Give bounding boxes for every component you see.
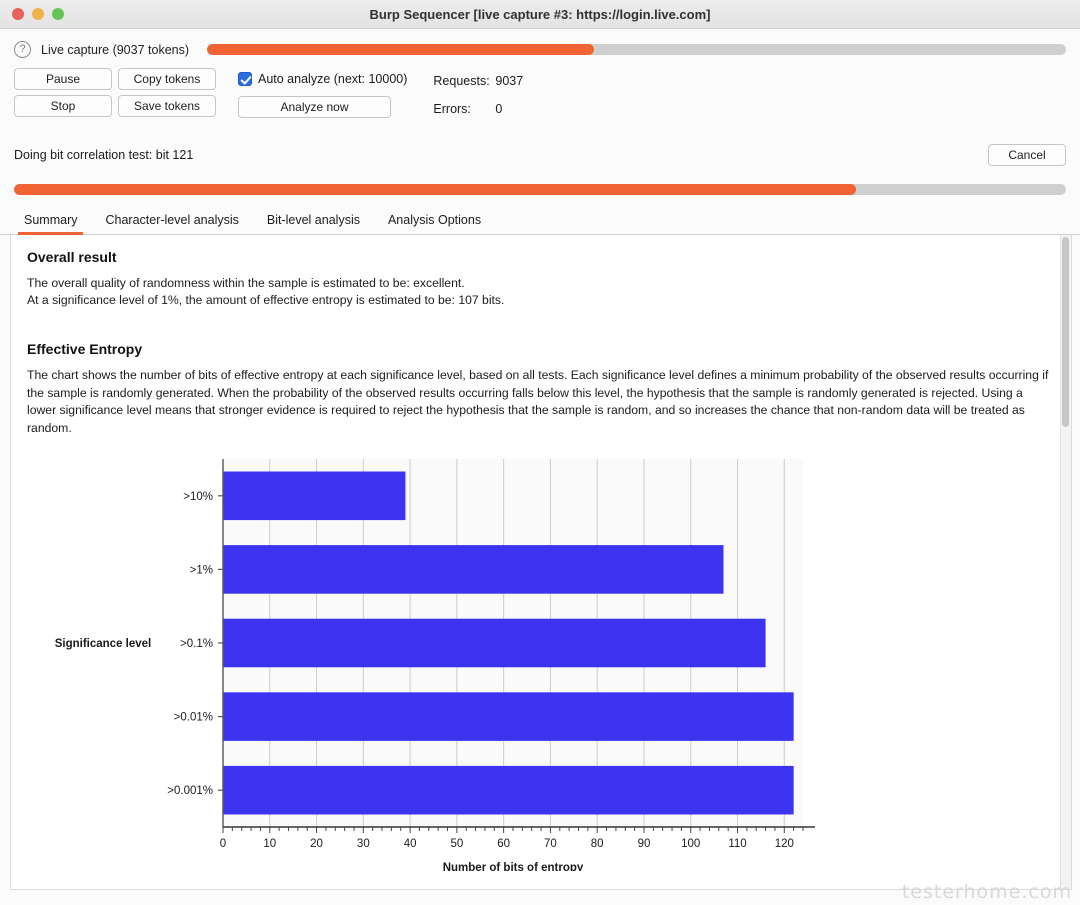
- chart-ytick-label: >0.001%: [167, 785, 213, 797]
- chart-bar: [223, 472, 405, 521]
- chart-xtick-label: 80: [591, 838, 604, 850]
- burp-sequencer-window: Burp Sequencer [live capture #3: https:/…: [0, 0, 1080, 905]
- chart-ytick-label: >0.1%: [180, 638, 213, 650]
- errors-stat: Errors: 0: [433, 98, 523, 120]
- requests-stat: Requests: 9037: [433, 70, 523, 92]
- window-traffic-lights: [12, 8, 64, 20]
- auto-analyze-label: Auto analyze (next: 10000): [258, 72, 407, 86]
- zoom-window-button[interactable]: [52, 8, 64, 20]
- live-capture-progress-row: ? Live capture (9037 tokens): [14, 41, 1066, 58]
- overall-result-heading: Overall result: [27, 249, 1055, 265]
- chart-bar: [223, 619, 766, 668]
- chart-bar: [223, 692, 794, 741]
- capture-button-column-1: Pause Stop: [14, 68, 112, 117]
- summary-panel-content: Overall result The overall quality of ra…: [11, 235, 1071, 881]
- save-tokens-button[interactable]: Save tokens: [118, 95, 216, 117]
- analysis-status-row: Doing bit correlation test: bit 121 Canc…: [14, 144, 1066, 166]
- live-capture-controls: Pause Stop Copy tokens Save tokens Auto …: [14, 68, 1066, 120]
- analysis-status-text: Doing bit correlation test: bit 121: [14, 148, 988, 162]
- errors-label: Errors:: [433, 102, 495, 116]
- live-capture-panel: ? Live capture (9037 tokens) Pause Stop …: [0, 29, 1080, 126]
- requests-label: Requests:: [433, 74, 495, 88]
- chart-bar: [223, 766, 794, 815]
- errors-value: 0: [495, 102, 502, 116]
- live-capture-progress-bar: [207, 44, 1066, 55]
- chart-ytick-label: >1%: [190, 564, 213, 576]
- analysis-status-panel: Doing bit correlation test: bit 121 Canc…: [0, 126, 1080, 195]
- stop-button[interactable]: Stop: [14, 95, 112, 117]
- chart-xtick-label: 70: [544, 838, 557, 850]
- chart-xtick-label: 120: [775, 838, 794, 850]
- question-mark-icon[interactable]: ?: [14, 41, 31, 58]
- chart-bar: [223, 545, 723, 594]
- overall-result-line-1: The overall quality of randomness within…: [27, 275, 1055, 292]
- chart-x-axis-title: Number of bits of entropy: [443, 862, 584, 871]
- panel-scrollbar-thumb[interactable]: [1062, 237, 1069, 427]
- cancel-button[interactable]: Cancel: [988, 144, 1066, 166]
- summary-panel: Overall result The overall quality of ra…: [10, 235, 1072, 890]
- requests-value: 9037: [495, 74, 523, 88]
- chart-xtick-label: 100: [681, 838, 700, 850]
- live-capture-label: Live capture (9037 tokens): [41, 43, 189, 57]
- auto-analyze-checkbox[interactable]: [238, 72, 252, 86]
- analysis-tabbar: Summary Character-level analysis Bit-lev…: [0, 209, 1080, 235]
- effective-entropy-heading: Effective Entropy: [27, 341, 1055, 357]
- overall-result-line-2: At a significance level of 1%, the amoun…: [27, 292, 1055, 309]
- chart-xtick-label: 20: [310, 838, 323, 850]
- window-titlebar: Burp Sequencer [live capture #3: https:/…: [0, 0, 1080, 29]
- chart-xtick-label: 110: [728, 838, 746, 850]
- chart-y-axis-title: Significance level: [55, 638, 152, 650]
- chart-ytick-label: >10%: [183, 491, 213, 503]
- chart-xtick-label: 30: [357, 838, 370, 850]
- pause-button[interactable]: Pause: [14, 68, 112, 90]
- capture-stats: Requests: 9037 Errors: 0: [433, 68, 523, 120]
- tab-bit-level-analysis[interactable]: Bit-level analysis: [253, 209, 374, 234]
- close-window-button[interactable]: [12, 8, 24, 20]
- tab-analysis-options[interactable]: Analysis Options: [374, 209, 495, 234]
- chart-xtick-label: 90: [638, 838, 651, 850]
- chart-ytick-label: >0.01%: [174, 712, 213, 724]
- window-title: Burp Sequencer [live capture #3: https:/…: [0, 7, 1080, 22]
- copy-tokens-button[interactable]: Copy tokens: [118, 68, 216, 90]
- analyze-now-button[interactable]: Analyze now: [238, 96, 391, 118]
- chart-xtick-label: 40: [404, 838, 417, 850]
- minimize-window-button[interactable]: [32, 8, 44, 20]
- auto-analyze-row[interactable]: Auto analyze (next: 10000): [238, 68, 407, 90]
- effective-entropy-chart-svg: >10% >1% >0.1% >0.01% >0.001% 0 10 20 30 40 50 60 70…: [27, 451, 1047, 871]
- chart-xtick-label: 50: [450, 838, 463, 850]
- chart-xtick-label: 10: [263, 838, 276, 850]
- panel-scrollbar[interactable]: [1060, 235, 1071, 889]
- tab-summary[interactable]: Summary: [10, 209, 91, 234]
- auto-analyze-column: Auto analyze (next: 10000) Analyze now: [238, 68, 407, 118]
- capture-button-column-2: Copy tokens Save tokens: [118, 68, 216, 117]
- effective-entropy-chart: >10% >1% >0.1% >0.01% >0.001% 0 10 20 30 40 50 60 70…: [27, 451, 1055, 881]
- tab-character-level-analysis[interactable]: Character-level analysis: [91, 209, 252, 234]
- chart-xtick-label: 0: [220, 838, 226, 850]
- effective-entropy-description: The chart shows the number of bits of ef…: [27, 367, 1055, 437]
- analysis-progress-bar: [14, 184, 1066, 195]
- chart-xtick-label: 60: [497, 838, 510, 850]
